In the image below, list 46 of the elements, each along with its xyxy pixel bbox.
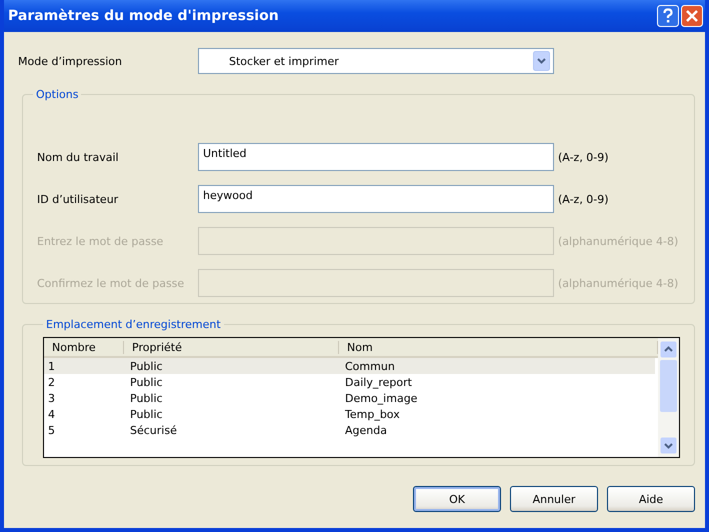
input-field[interactable]: Untitled xyxy=(198,143,554,171)
group-title: Options xyxy=(35,88,80,101)
list-row[interactable]: 2 Public Daily_report xyxy=(44,374,655,390)
table-cell-text: Agenda xyxy=(344,424,388,436)
field-label: Nom du travail xyxy=(37,150,120,164)
scroll-down-icon[interactable] xyxy=(660,437,677,454)
list-row[interactable]: 3 Public Demo_image xyxy=(44,390,655,406)
table-cell-text: 4 xyxy=(47,408,56,420)
table-cell-text: Demo_image xyxy=(344,392,418,404)
scrollbar[interactable] xyxy=(658,338,679,457)
table-cell-text: Public xyxy=(129,360,164,372)
list-row[interactable]: 5 Sécurisé Agenda xyxy=(44,422,655,438)
field-hint: (alphanumérique 4-8) xyxy=(558,234,678,248)
dialog-button[interactable]: OK xyxy=(413,486,501,512)
close-icon[interactable] xyxy=(681,5,703,27)
scroll-thumb[interactable] xyxy=(660,360,677,412)
table-cell-text: Daily_report xyxy=(344,376,413,388)
dialog-button[interactable]: Aide xyxy=(607,486,695,512)
table-cell-text: 2 xyxy=(47,376,56,388)
column-header[interactable]: Nombre xyxy=(44,340,124,354)
dialog-button[interactable]: Annuler xyxy=(510,486,598,512)
field-label: ID d’utilisateur xyxy=(37,192,120,206)
list-row[interactable]: 1 Public Commun xyxy=(44,358,655,374)
table-cell-text: Public xyxy=(129,376,164,388)
table-cell-text: 5 xyxy=(47,424,56,436)
table-cell-text: Public xyxy=(129,392,164,404)
table-cell-text: Public xyxy=(129,408,164,420)
field-label: Confirmez le mot de passe xyxy=(37,276,186,290)
field-hint: (A-z, 0-9) xyxy=(558,192,609,206)
field-hint: (A-z, 0-9) xyxy=(558,150,609,164)
field-label: Mode d’impression xyxy=(18,54,123,68)
field-hint: (alphanumérique 4-8) xyxy=(558,276,678,290)
field-label: Entrez le mot de passe xyxy=(37,234,164,248)
column-header[interactable]: Propriété xyxy=(124,340,339,354)
print-mode-dropdown[interactable]: Stocker et imprimer xyxy=(198,48,554,74)
table-cell-text: 1 xyxy=(47,360,56,372)
group-title: Emplacement d’enregistrement xyxy=(45,318,222,331)
table-cell-text: Sécurisé xyxy=(129,424,178,436)
help-icon[interactable] xyxy=(657,5,679,27)
scroll-up-icon[interactable] xyxy=(660,341,677,358)
list-row[interactable]: 4 Public Temp_box xyxy=(44,406,655,422)
input-field[interactable]: heywood xyxy=(198,185,554,213)
table-cell-text: Temp_box xyxy=(344,408,401,420)
table-cell-text: 3 xyxy=(47,392,56,404)
window-title: Paramètres du mode d'impression xyxy=(8,8,279,24)
table-cell-text: Commun xyxy=(344,360,396,372)
